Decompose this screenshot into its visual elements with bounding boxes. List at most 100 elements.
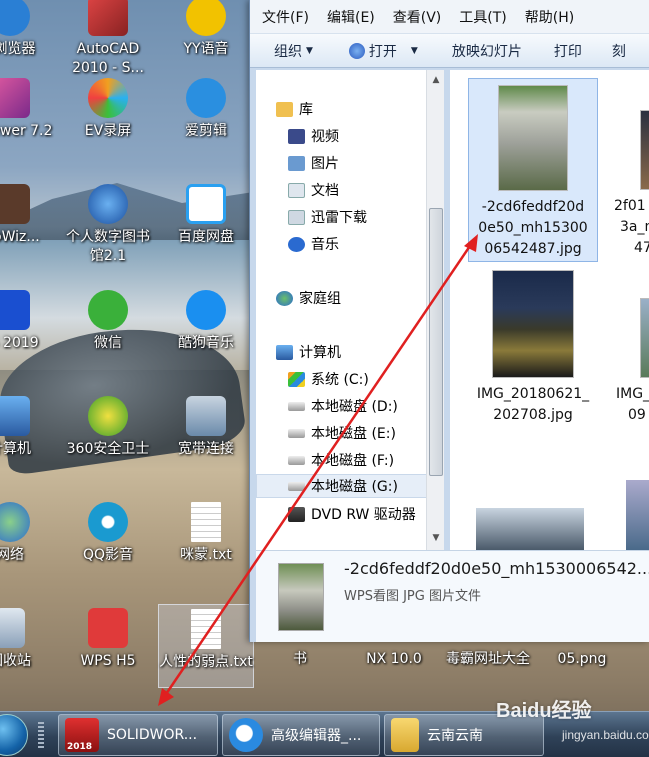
desktop-icon-broadband[interactable]: 宽带连接 <box>158 396 254 459</box>
desktop-icon-autocad[interactable]: AutoCAD 2010 - S... <box>60 0 156 78</box>
menu-tools[interactable]: 工具(T) <box>459 7 506 27</box>
file-item[interactable]: IMG_ 09 <box>610 298 649 426</box>
desktop-icon-wps-h5[interactable]: WPS H5 <box>60 608 156 671</box>
desktop-icon-label: PS 2019 <box>0 335 39 351</box>
system-drive-icon <box>288 371 305 387</box>
desktop-icon-nx[interactable]: NX 10.0 <box>346 650 442 669</box>
details-file-type: WPS看图 JPG 图片文件 <box>344 589 481 604</box>
nav-item-drive-e[interactable]: 本地磁盘 (E:) <box>288 421 396 445</box>
homegroup-icon <box>276 290 293 306</box>
menu-edit[interactable]: 编辑(E) <box>327 7 375 27</box>
file-item[interactable]: -2cd6feddf20d 0e50_mh15300 06542487.jpg <box>468 78 598 262</box>
desktop-icon-label: 个人数字图书馆2.1 <box>66 229 150 264</box>
print-button[interactable]: 打印 <box>534 36 594 66</box>
desktop-icon-ev[interactable]: EV录屏 <box>60 78 156 141</box>
desktop-icon-label: 酷狗音乐 <box>178 335 234 351</box>
nav-item-label: DVD RW 驱动器 <box>311 507 416 523</box>
file-thumbnail <box>492 270 574 378</box>
taskbar-item-label: 云南云南 <box>427 728 483 744</box>
file-item[interactable]: IMG_20180621_ 202708.jpg <box>468 270 598 426</box>
scroll-up-icon[interactable]: ▲ <box>430 74 442 86</box>
file-name-line: 3a_m <box>620 219 649 235</box>
desktop-icon-browser[interactable]: 0浏览器 <box>0 0 58 59</box>
nav-item-thunder-downloads[interactable]: 迅雷下载 <box>288 205 367 229</box>
chevron-down-icon: ▼ <box>410 45 418 56</box>
desktop-icon-duba[interactable]: 毒霸网址大全 <box>440 650 536 669</box>
menu-view[interactable]: 查看(V) <box>393 7 442 27</box>
nav-item-label: 系统 (C:) <box>311 372 369 388</box>
desktop-icon-png[interactable]: 05.png <box>534 650 630 669</box>
text-file-icon <box>191 502 221 542</box>
desktop-icon-360[interactable]: 360安全卫士 <box>60 396 156 459</box>
desktop-icon-baidu-netdisk[interactable]: 百度网盘 <box>158 184 254 247</box>
nav-item-drive-d[interactable]: 本地磁盘 (D:) <box>288 394 398 418</box>
taskbar-item-editor[interactable]: 高级编辑器_... <box>222 714 380 756</box>
solidworks-badge: 2018 <box>67 742 93 752</box>
desktop-icon-book[interactable]: 书 <box>252 650 348 669</box>
slideshow-label: 放映幻灯片 <box>451 43 522 60</box>
nav-item-label: 计算机 <box>299 345 341 361</box>
desktop-icon-wechat[interactable]: 微信 <box>60 290 156 353</box>
desktop-icon-mimeng-txt[interactable]: 咪蒙.txt <box>158 502 254 565</box>
viewer-icon <box>0 78 30 118</box>
slideshow-button[interactable]: 放映幻灯片 <box>430 36 534 66</box>
watermark-logo: Baidu经验 <box>496 700 592 722</box>
menu-file[interactable]: 文件(F) <box>262 7 309 27</box>
desktop-icon-audio[interactable]: dioWiz... <box>0 184 58 247</box>
picture-icon <box>288 155 305 171</box>
nav-item-label: 迅雷下载 <box>311 210 367 226</box>
nav-item-documents[interactable]: 文档 <box>288 178 339 202</box>
nav-item-drive-g[interactable]: 本地磁盘 (G:) <box>256 474 432 498</box>
solidworks-icon: 2018 <box>65 718 99 752</box>
nav-item-computer[interactable]: 计算机 <box>276 340 341 364</box>
burn-button[interactable]: 刻 <box>594 36 638 66</box>
nav-item-homegroup[interactable]: 家庭组 <box>276 286 341 310</box>
nav-item-video[interactable]: 视频 <box>288 124 339 148</box>
desktop-icon-renxing-txt[interactable]: 人性的弱点.txt <box>158 604 254 688</box>
desktop-icon-label: DViewer 7.2 <box>0 123 53 139</box>
nav-item-music[interactable]: 音乐 <box>288 232 339 256</box>
desktop-icon-yy[interactable]: YY语音 <box>158 0 254 59</box>
print-label: 打印 <box>553 43 582 60</box>
scroll-down-icon[interactable]: ▼ <box>430 532 442 544</box>
desktop-icon-label: 回收站 <box>0 653 31 669</box>
nav-item-drive-f[interactable]: 本地磁盘 (F:) <box>288 448 394 472</box>
organize-button[interactable]: 组织 ▼ <box>250 36 325 66</box>
qq-player-icon <box>88 502 128 542</box>
taskbar-item-solidworks[interactable]: 2018 SOLIDWOR... <box>58 714 218 756</box>
nav-item-dvd[interactable]: DVD RW 驱动器 <box>288 502 416 526</box>
audio-icon <box>0 184 30 224</box>
desktop-icon-viewer[interactable]: DViewer 7.2 <box>0 78 58 141</box>
open-button[interactable]: 打开 ▼ <box>325 36 430 66</box>
menu-help[interactable]: 帮助(H) <box>525 7 574 27</box>
start-button[interactable] <box>0 714 28 756</box>
chevron-down-icon: ▼ <box>306 45 313 56</box>
desktop-icon-label: AutoCAD 2010 - S... <box>72 41 144 76</box>
nav-item-label: 本地磁盘 (D:) <box>311 399 398 415</box>
scroll-thumb[interactable] <box>429 208 443 476</box>
browser-icon <box>0 0 30 36</box>
nav-item-library[interactable]: 库 <box>276 97 313 121</box>
arrow-head-bottom <box>158 688 174 706</box>
network-icon <box>0 502 30 542</box>
file-item[interactable]: 2f01 3a_m 47 <box>610 110 649 259</box>
nav-item-pictures[interactable]: 图片 <box>288 151 339 175</box>
desktop-icon-kugou[interactable]: 酷狗音乐 <box>158 290 254 353</box>
file-thumbnail[interactable] <box>476 508 584 550</box>
ijianji-icon <box>186 78 226 118</box>
desktop-icon-label: 宽带连接 <box>178 441 234 457</box>
nav-item-label: 库 <box>299 102 313 118</box>
desktop-icon-recycle-bin[interactable]: 回收站 <box>0 608 58 671</box>
desktop-icon-computer[interactable]: 计算机 <box>0 396 58 459</box>
desktop-icon-ijianji[interactable]: 爱剪辑 <box>158 78 254 141</box>
desktop-icon-qq-player[interactable]: QQ影音 <box>60 502 156 565</box>
desktop-icon-digital-library[interactable]: 个人数字图书馆2.1 <box>60 184 156 266</box>
file-name-line: 2f01 <box>614 198 646 214</box>
file-thumbnail[interactable] <box>626 480 649 550</box>
desktop-icon-label: 网络 <box>0 547 24 563</box>
nav-scrollbar[interactable]: ▲ ▼ <box>426 70 444 550</box>
desktop-icon-network[interactable]: 网络 <box>0 502 58 565</box>
desktop-icon-label: 微信 <box>94 335 122 351</box>
nav-item-drive-c[interactable]: 系统 (C:) <box>288 367 369 391</box>
desktop-icon-wps[interactable]: PS 2019 <box>0 290 58 353</box>
